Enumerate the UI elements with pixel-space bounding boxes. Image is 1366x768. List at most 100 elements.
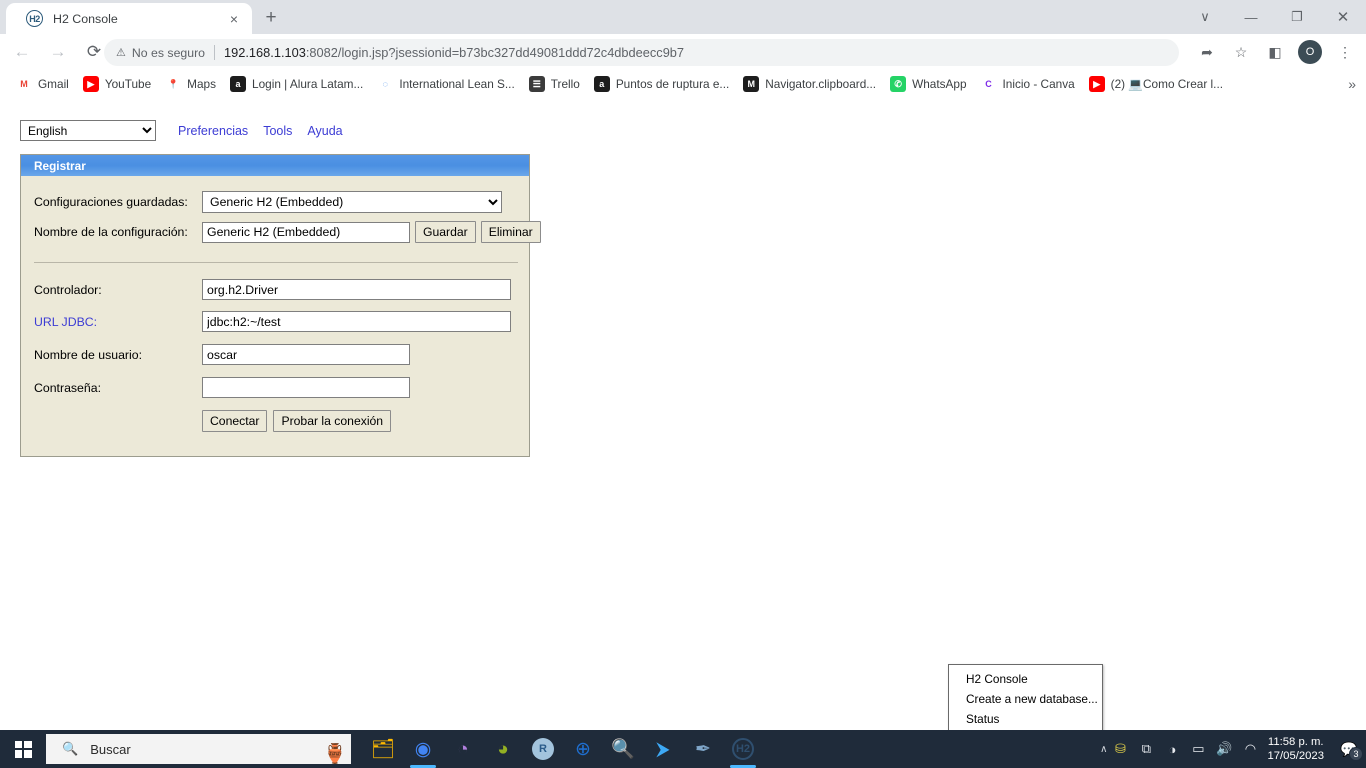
driver-label: Controlador: [34,282,102,297]
bookmark-label: International Lean S... [399,77,515,91]
security-status-text: No es seguro [131,45,206,60]
qgis-icon: ◕ [497,738,509,760]
jdbc-url-label[interactable]: URL JDBC: [34,315,202,329]
avatar[interactable]: O [1298,40,1322,64]
canva-icon: C [980,76,997,92]
side-panel-icon[interactable]: ◧ [1261,38,1289,66]
help-link[interactable]: Ayuda [307,124,342,138]
bookmark-item[interactable]: ▶ (2) 💻Como Crear l... [1083,73,1229,95]
alura-icon: a [593,76,610,92]
notification-icon[interactable]: 💬 3 [1332,730,1366,768]
back-icon[interactable]: ← [8,38,36,66]
taskbar-app-r-studio[interactable]: R [523,730,563,768]
bookmark-item[interactable]: a Login | Alura Latam... [224,73,369,95]
bookmark-item[interactable]: ◌ International Lean S... [371,73,520,95]
menu-item-h2-console[interactable]: H2 Console [949,669,1102,689]
bookmark-item[interactable]: ▶ YouTube [77,73,157,95]
taskbar-app-vs-code[interactable]: ⮞ [643,730,683,768]
driver-row: Controlador: [34,279,511,300]
clock[interactable]: 11:58 p. m. 17/05/2023 [1267,735,1324,763]
bookmark-item[interactable]: M Gmail [10,73,75,95]
battery-icon[interactable]: ▭ [1185,730,1211,768]
taskbar-app-globe-app[interactable]: ⊕ [563,730,603,768]
taskbar-app-file-explorer[interactable]: 🗂 [363,730,403,768]
bookmark-label: Trello [550,77,580,91]
save-button[interactable]: Guardar [415,221,476,243]
setting-name-label: Nombre de la configuración: [34,225,188,239]
windows-logo-icon [14,740,32,758]
address-bar[interactable]: ⚠ No es seguro 192.168.1.103:8082/login.… [104,39,1179,66]
bookmarks-bar: M Gmail ▶ YouTube 📍 Maps a Login | Alura Latam.… [0,70,1366,98]
forward-icon[interactable]: → [44,38,72,66]
clock-time: 11:58 p. m. [1267,736,1324,748]
bookmark-item[interactable]: ☰ Trello [523,73,586,95]
taskbar-search[interactable]: 🔍 Buscar 🏺 [46,734,351,764]
browser-tab[interactable]: H2 H2 Console × [6,3,252,34]
taskbar-app-qgis[interactable]: ◕ [483,730,523,768]
new-tab-button[interactable]: + [258,5,284,31]
close-icon[interactable]: × [224,9,244,29]
office-icon: ◔ [457,738,469,760]
toolbar-actions: ➦ ☆ ◧ O ⋮ [1190,38,1362,66]
omnibox-divider [214,45,216,60]
taskbar-app-arcgis[interactable]: 🔍 [603,730,643,768]
taskbar-app-office[interactable]: ◔ [443,730,483,768]
menu-item-status[interactable]: Status [949,709,1102,729]
taskbar-app-dbeaver[interactable]: ✒ [683,730,723,768]
browser-tab-strip: H2 H2 Console × + ∨ — ❐ ✕ [0,0,1366,34]
bookmark-label: (2) 💻Como Crear l... [1110,77,1224,91]
bookmark-item[interactable]: M Navigator.clipboard... [737,73,882,95]
not-secure-icon[interactable]: ⚠ [116,46,126,59]
menu-item-create-database[interactable]: Create a new database... [949,689,1102,709]
saved-settings-select[interactable]: Generic H2 (Embedded)Generic H2 (Server)… [202,191,502,213]
gmail-icon: M [16,76,32,92]
dbeaver-icon: ✒ [695,738,711,760]
maximize-button[interactable]: ❐ [1274,0,1320,34]
chrome-menu-icon[interactable]: ⋮ [1331,38,1359,66]
taskbar: 🔍 Buscar 🏺 🗂 ◉ ◔ ◕ R ⊕ 🔍 ⮞ ✒ H2 ∧ ⛁ ⧉ ◑ ▭ 🔊 ◠ 11:58 p.… [0,730,1366,768]
share-icon[interactable]: ➦ [1193,38,1221,66]
setting-name-input[interactable] [202,221,410,243]
tools-link[interactable]: Tools [263,124,292,138]
youtube-icon: ▶ [1088,76,1105,92]
bookmark-label: Gmail [38,77,69,91]
volume-icon[interactable]: 🔊 [1211,730,1237,768]
minimize-button[interactable]: — [1228,0,1274,34]
preferences-link[interactable]: Preferencias [178,124,248,138]
setting-name-row: Nombre de la configuración: Guardar Elim… [34,221,541,243]
chevron-up-icon[interactable]: ∧ [1100,744,1107,755]
whatsapp-icon: ✆ [890,76,907,92]
jdbc-url-input[interactable] [202,311,511,332]
bookmark-label: Maps [187,77,217,91]
bookmark-item[interactable]: ✆ WhatsApp [884,73,972,95]
bookmark-label: Navigator.clipboard... [765,77,877,91]
wifi-icon[interactable]: ◠ [1237,730,1263,768]
globe-app-icon: ⊕ [575,738,591,760]
headset-muted-icon[interactable]: ◑ [1159,730,1185,768]
start-button[interactable] [0,730,46,768]
bookmark-item[interactable]: C Inicio - Canva [975,73,1081,95]
delete-button[interactable]: Eliminar [480,221,541,243]
search-illustration: 🏺 [323,744,347,764]
close-window-button[interactable]: ✕ [1320,0,1366,34]
h2-tray-icon[interactable]: ⛁ [1107,730,1133,768]
test-connection-button[interactable]: Probar la conexión [273,410,392,432]
password-input[interactable] [202,377,410,398]
bookmark-label: WhatsApp [912,77,967,91]
youtube-icon: ▶ [82,76,99,92]
bookmark-item[interactable]: 📍 Maps [159,73,222,95]
camera-icon[interactable]: ⧉ [1133,730,1159,768]
username-input[interactable] [202,344,410,365]
taskbar-app-h2-database[interactable]: H2 [723,730,763,768]
language-select[interactable]: EnglishEspañolDeutschFrançais [20,120,156,141]
bookmarks-overflow-icon[interactable]: » [1348,76,1356,92]
taskbar-app-chrome[interactable]: ◉ [403,730,443,768]
driver-input[interactable] [202,279,511,300]
connect-button[interactable]: Conectar [202,410,268,432]
bookmark-star-icon[interactable]: ☆ [1227,38,1255,66]
actions-row: Conectar Probar la conexión [202,410,392,432]
console-topbar: EnglishEspañolDeutschFrançais Preferenci… [20,120,343,141]
url-path: :8082/login.jsp?jsessionid=b73bc327dd490… [305,45,685,60]
bookmark-item[interactable]: a Puntos de ruptura e... [588,73,735,95]
chevron-down-icon[interactable]: ∨ [1182,0,1228,34]
